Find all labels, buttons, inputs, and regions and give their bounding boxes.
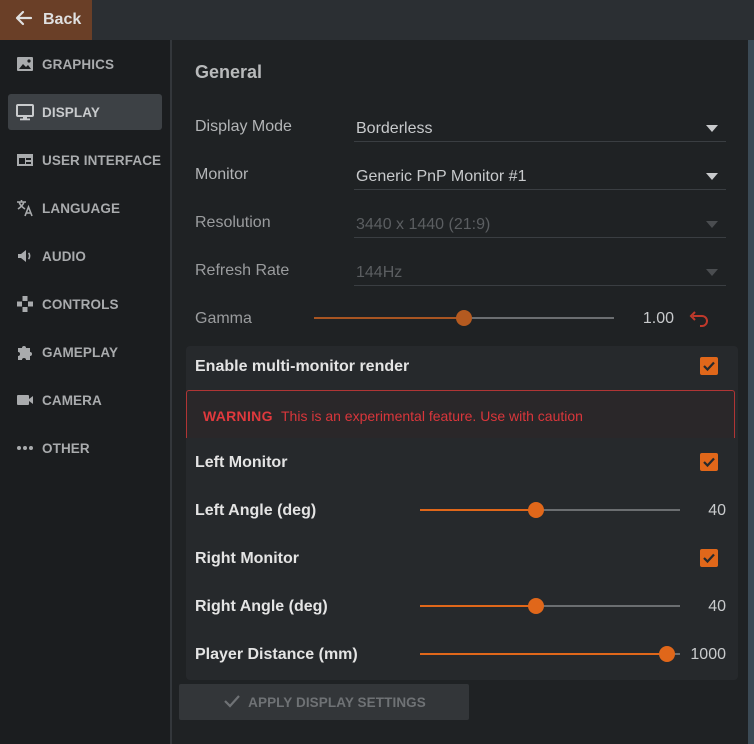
right-angle-slider-thumb[interactable] xyxy=(527,598,544,614)
sidebar-item-display[interactable]: DISPLAY xyxy=(8,94,162,130)
chevron-down-icon xyxy=(706,269,718,276)
left-monitor-checkbox[interactable] xyxy=(700,453,718,471)
monitor-icon xyxy=(14,101,36,123)
check-icon xyxy=(703,457,715,468)
top-bar: Back xyxy=(0,0,754,40)
apply-button-label: APPLY DISPLAY SETTINGS xyxy=(248,694,426,710)
left-angle-slider[interactable] xyxy=(420,502,680,518)
settings-sidebar: GRAPHICS DISPLAY USER INTERFACE LANGUAGE… xyxy=(0,40,172,744)
resolution-value: 3440 x 1440 (21:9) xyxy=(356,216,491,233)
sidebar-item-label: DISPLAY xyxy=(42,104,100,120)
back-button[interactable]: Back xyxy=(0,0,92,40)
sidebar-item-label: AUDIO xyxy=(42,248,86,264)
camera-icon xyxy=(14,389,36,411)
warning-title: WARNING xyxy=(203,408,273,424)
check-icon xyxy=(222,691,242,714)
refresh-rate-select: 144Hz xyxy=(354,260,726,286)
sidebar-item-audio[interactable]: AUDIO xyxy=(8,238,162,274)
monitor-label: Monitor xyxy=(195,166,249,183)
chevron-down-icon xyxy=(706,221,718,228)
window-icon xyxy=(14,149,36,171)
right-angle-slider-fill xyxy=(420,605,536,607)
left-angle-value: 40 xyxy=(708,502,726,519)
resolution-label: Resolution xyxy=(195,214,271,231)
player-distance-label: Player Distance (mm) xyxy=(195,646,358,663)
refresh-rate-value: 144Hz xyxy=(356,264,403,281)
player-distance-slider[interactable] xyxy=(420,646,680,662)
player-distance-slider-thumb[interactable] xyxy=(659,646,675,662)
sidebar-item-language[interactable]: LANGUAGE xyxy=(8,190,162,226)
display-mode-label: Display Mode xyxy=(195,118,292,135)
background-edge xyxy=(748,40,754,744)
right-monitor-label: Right Monitor xyxy=(195,550,299,567)
speaker-icon xyxy=(14,245,36,267)
sidebar-item-label: CAMERA xyxy=(42,392,102,408)
sidebar-item-label: CONTROLS xyxy=(42,296,119,312)
sidebar-item-user-interface[interactable]: USER INTERFACE xyxy=(8,142,162,178)
arrow-left-icon xyxy=(14,8,34,33)
back-label: Back xyxy=(43,11,82,28)
left-angle-label: Left Angle (deg) xyxy=(195,502,317,519)
gamma-value: 1.00 xyxy=(642,310,674,327)
gamma-slider-fill xyxy=(314,317,464,319)
sidebar-item-graphics[interactable]: GRAPHICS xyxy=(8,46,162,82)
check-icon xyxy=(703,553,715,564)
enable-multi-monitor-checkbox[interactable] xyxy=(700,357,718,375)
left-monitor-label: Left Monitor xyxy=(195,454,288,471)
refresh-rate-label: Refresh Rate xyxy=(195,262,290,279)
right-angle-label: Right Angle (deg) xyxy=(195,598,328,615)
sidebar-item-label: USER INTERFACE xyxy=(42,152,162,168)
sidebar-item-other[interactable]: OTHER xyxy=(8,430,162,466)
apply-display-settings-button[interactable]: APPLY DISPLAY SETTINGS xyxy=(179,684,469,720)
reset-icon[interactable] xyxy=(688,311,710,334)
right-angle-slider[interactable] xyxy=(420,598,680,614)
gamma-label: Gamma xyxy=(195,310,252,327)
section-title: General xyxy=(195,62,263,82)
display-mode-select[interactable]: Borderless xyxy=(354,116,726,142)
right-monitor-checkbox[interactable] xyxy=(700,549,718,567)
check-icon xyxy=(703,361,715,372)
sidebar-item-camera[interactable]: CAMERA xyxy=(8,382,162,418)
left-angle-slider-fill xyxy=(420,509,536,511)
chevron-down-icon xyxy=(706,125,718,132)
gamma-slider[interactable] xyxy=(314,310,614,326)
sidebar-item-label: GAMEPLAY xyxy=(42,344,119,360)
display-mode-value: Borderless xyxy=(356,120,433,137)
sidebar-item-controls[interactable]: CONTROLS xyxy=(8,286,162,322)
monitor-value: Generic PnP Monitor #1 xyxy=(356,168,527,185)
translate-icon xyxy=(14,197,36,219)
enable-multi-monitor-label: Enable multi-monitor render xyxy=(195,358,410,375)
sidebar-item-label: OTHER xyxy=(42,440,90,456)
warning-banner: WARNING This is an experimental feature.… xyxy=(186,390,735,438)
gamma-slider-thumb[interactable] xyxy=(456,310,472,326)
more-icon xyxy=(14,437,36,459)
resolution-select: 3440 x 1440 (21:9) xyxy=(354,212,726,238)
puzzle-icon xyxy=(14,341,36,363)
sidebar-item-label: GRAPHICS xyxy=(42,56,115,72)
monitor-select[interactable]: Generic PnP Monitor #1 xyxy=(354,164,726,190)
left-angle-slider-thumb[interactable] xyxy=(527,502,544,518)
player-distance-slider-fill xyxy=(420,653,667,655)
right-angle-value: 40 xyxy=(708,598,726,615)
sidebar-item-gameplay[interactable]: GAMEPLAY xyxy=(8,334,162,370)
sidebar-item-label: LANGUAGE xyxy=(42,200,121,216)
image-icon xyxy=(14,53,36,75)
multi-monitor-panel: Enable multi-monitor render WARNING This… xyxy=(186,346,738,680)
gamepad-icon xyxy=(14,293,36,315)
warning-text: This is an experimental feature. Use wit… xyxy=(281,408,583,424)
chevron-down-icon xyxy=(706,173,718,180)
player-distance-value: 1000 xyxy=(690,646,726,663)
